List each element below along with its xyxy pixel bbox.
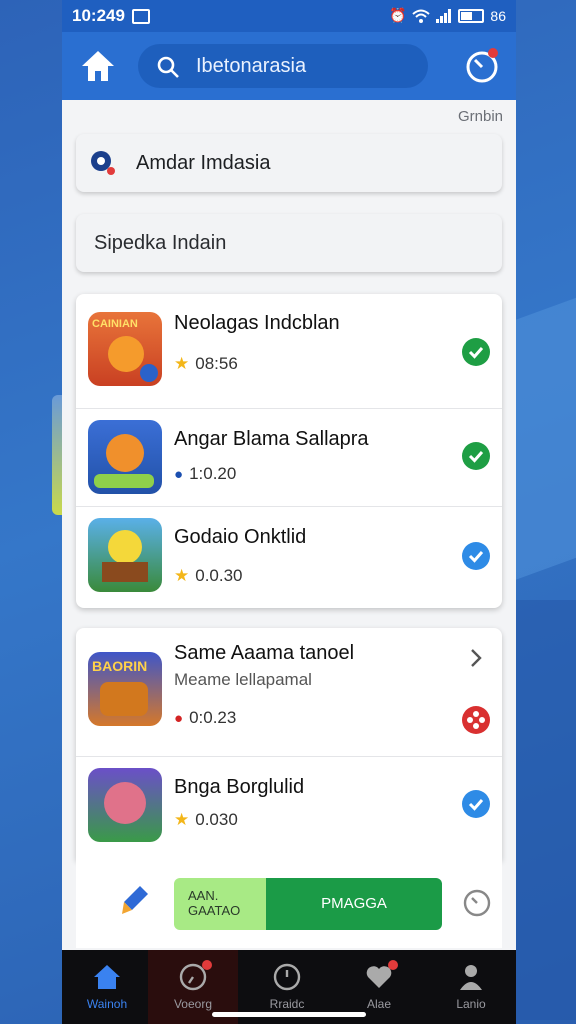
item-meta: ● 1:0.20 xyxy=(174,464,237,483)
item-title: Bnga Borglulid xyxy=(174,776,305,798)
game-list-card: CAINIAN Neolagas Indcblan ★ 08:56 Angar B… xyxy=(76,294,502,608)
sim-icon xyxy=(132,9,150,24)
location-icon xyxy=(91,151,115,175)
background-shape xyxy=(510,278,576,582)
nav-item-home[interactable]: Wainoh xyxy=(62,950,152,1024)
battery-icon xyxy=(458,8,485,23)
header-link[interactable]: Grnbin xyxy=(458,108,503,125)
item-title: Neolagas Indcblan xyxy=(174,312,340,334)
status-time: 10:249 xyxy=(72,6,125,25)
secondary-text: Sipedka Indain xyxy=(94,232,227,254)
notification-dot xyxy=(202,960,212,970)
search-text: Ibetonarasia xyxy=(196,55,307,77)
check-circle-icon[interactable] xyxy=(462,790,490,818)
alarm-icon: ⏰ xyxy=(388,7,407,23)
item-meta: ★ 08:56 xyxy=(174,354,238,373)
check-circle-icon[interactable] xyxy=(462,442,490,470)
star-icon: ★ xyxy=(174,566,190,585)
clock-icon xyxy=(273,963,301,991)
home-icon xyxy=(94,965,120,989)
game-thumbnail xyxy=(88,420,162,494)
stopwatch-icon[interactable] xyxy=(462,888,492,918)
bottom-nav: Wainoh Voeorg Rraidc Alae Lanio xyxy=(62,950,516,1024)
search-icon xyxy=(157,56,179,78)
check-circle-icon[interactable] xyxy=(462,338,490,366)
game-thumbnail: CAINIAN xyxy=(88,312,162,386)
person-icon xyxy=(460,965,482,990)
status-bar: 10:249 ⏰ 86 xyxy=(62,0,516,32)
nav-item-profile[interactable]: Lanio xyxy=(426,950,516,1024)
item-meta: ★ 0.030 xyxy=(174,810,238,829)
item-subtitle: Meame lellapamal xyxy=(174,670,312,689)
list-item[interactable]: Bnga Borglulid ★ 0.030 xyxy=(76,756,502,860)
reel-icon[interactable] xyxy=(462,706,490,734)
item-title: Same Aaama tanoel xyxy=(174,642,355,664)
list-item[interactable]: Godaio Onktlid ★ 0.0.30 xyxy=(76,506,502,608)
secondary-field[interactable]: Sipedka Indain xyxy=(76,214,502,272)
pin-icon: ● xyxy=(174,465,184,483)
check-circle-icon[interactable] xyxy=(462,542,490,570)
item-meta: ● 0:0.23 xyxy=(174,708,237,727)
item-title: Angar Blama Sallapra xyxy=(174,428,369,450)
star-icon: ★ xyxy=(174,354,190,373)
thumbnail-label: CAINIAN xyxy=(92,318,138,330)
notification-dot xyxy=(488,48,498,58)
game-thumbnail xyxy=(88,518,162,592)
segment-right[interactable]: PMAGGA xyxy=(266,878,442,930)
home-button[interactable] xyxy=(78,46,118,86)
brush-icon[interactable] xyxy=(116,882,152,918)
thumbnail-label: BAORIN xyxy=(92,658,148,674)
list-item[interactable]: CAINIAN Neolagas Indcblan ★ 08:56 xyxy=(76,294,502,409)
search-bar[interactable]: Ibetonarasia xyxy=(138,44,428,88)
notification-dot xyxy=(388,960,398,970)
list-item[interactable]: Angar Blama Sallapra ● 1:0.20 xyxy=(76,408,502,507)
chevron-right-icon[interactable] xyxy=(462,644,490,672)
list-item[interactable]: BAORIN Same Aaama tanoel Meame lellapama… xyxy=(76,628,502,757)
wifi-icon xyxy=(412,9,431,23)
star-icon: ★ xyxy=(174,810,190,829)
location-text: Amdar Imdasia xyxy=(136,152,271,174)
game-list-card: BAORIN Same Aaama tanoel Meame lellapama… xyxy=(76,628,502,860)
record-icon: ● xyxy=(174,709,184,727)
action-strip: AAN. GAATAO PMAGGA xyxy=(76,858,502,948)
home-indicator[interactable] xyxy=(212,1012,366,1017)
home-icon xyxy=(82,51,114,81)
location-field[interactable]: Amdar Imdasia xyxy=(76,134,502,192)
segment-left[interactable]: AAN. GAATAO xyxy=(174,878,266,930)
status-icons: ⏰ 86 xyxy=(389,7,506,24)
game-thumbnail xyxy=(88,768,162,842)
battery-level: 86 xyxy=(490,7,506,24)
app-bar: Ibetonarasia xyxy=(62,32,516,100)
item-meta: ★ 0.0.30 xyxy=(174,566,243,585)
signal-icon xyxy=(436,8,452,23)
item-title: Godaio Onktlid xyxy=(174,526,307,548)
segmented-control: AAN. GAATAO PMAGGA xyxy=(174,878,442,930)
game-thumbnail: BAORIN xyxy=(88,652,162,726)
timer-button[interactable] xyxy=(460,44,504,88)
